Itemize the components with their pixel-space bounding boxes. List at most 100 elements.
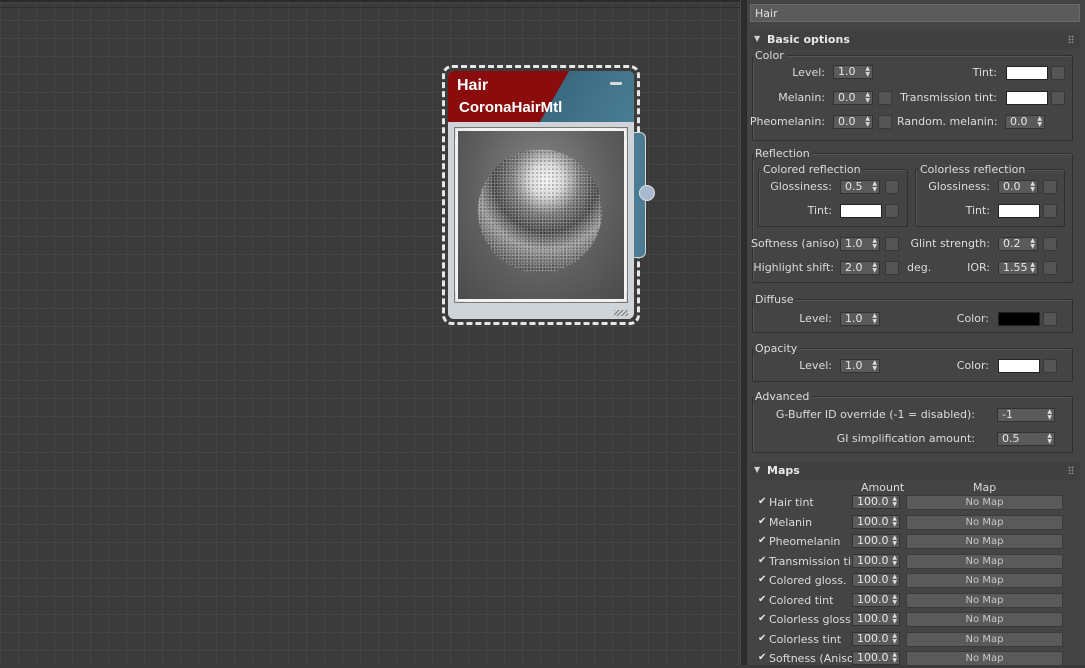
- diffuse-level-spinner[interactable]: 1.0 ▲ ▼: [840, 312, 880, 326]
- map-enable-checkbox[interactable]: ✔: [758, 535, 769, 546]
- spinner-arrows-icon[interactable]: ▲ ▼: [872, 313, 877, 325]
- softness-spinner[interactable]: 1.0 ▲ ▼: [840, 237, 880, 251]
- rollout-basic-options[interactable]: ▼ Basic options: [750, 31, 1080, 49]
- color-level-spinner[interactable]: 1.0 ▲ ▼: [833, 65, 873, 79]
- spinner-arrows-icon[interactable]: ▲ ▼: [892, 515, 897, 528]
- map-enable-checkbox[interactable]: ✔: [758, 652, 769, 663]
- ior-map-button[interactable]: [1043, 261, 1057, 275]
- spinner-arrows-icon[interactable]: ▲ ▼: [892, 574, 897, 586]
- spinner-arrows-icon[interactable]: ▲ ▼: [865, 92, 870, 104]
- spinner-arrows-icon[interactable]: ▲ ▼: [892, 652, 897, 664]
- spinner-arrows-icon[interactable]: ▲ ▼: [892, 535, 897, 547]
- spinner-arrows-icon[interactable]: ▲ ▼: [892, 554, 897, 567]
- map-slot-button[interactable]: No Map: [906, 553, 1063, 569]
- spinner-arrows-icon[interactable]: ▲ ▼: [872, 262, 877, 274]
- map-enable-checkbox[interactable]: ✔: [758, 555, 769, 566]
- opacity-level-spinner[interactable]: 1.0 ▲ ▼: [840, 359, 880, 373]
- softness-map-button[interactable]: [885, 237, 899, 251]
- map-amount-spinner[interactable]: 100.0 ▲ ▼: [852, 534, 900, 548]
- colored-glossiness-map-button[interactable]: [885, 180, 899, 194]
- gi-simplification-spinner[interactable]: 0.5 ▲ ▼: [997, 432, 1055, 446]
- transmission-tint-map-button[interactable]: [1051, 91, 1065, 105]
- pheomelanin-spinner[interactable]: 0.0 ▲ ▼: [833, 115, 873, 129]
- rollout-grip-icon[interactable]: [1068, 466, 1074, 474]
- map-slot-button[interactable]: No Map: [906, 631, 1063, 647]
- melanin-map-button[interactable]: [878, 91, 892, 105]
- map-amount-spinner[interactable]: 100.0 ▲ ▼: [852, 514, 900, 529]
- colored-tint-label: Tint:: [807, 204, 832, 217]
- opacity-color-swatch[interactable]: [998, 359, 1040, 373]
- diffuse-color-swatch[interactable]: [998, 312, 1040, 326]
- colored-tint-map-button[interactable]: [885, 204, 899, 218]
- spinner-arrows-icon[interactable]: ▲ ▼: [865, 116, 870, 128]
- spinner-arrows-icon[interactable]: ▲ ▼: [865, 66, 870, 78]
- colorless-tint-map-button[interactable]: [1043, 204, 1057, 218]
- ior-spinner[interactable]: 1.55 ▲ ▼: [998, 261, 1038, 275]
- map-enable-checkbox[interactable]: ✔: [758, 516, 769, 527]
- opacity-map-button[interactable]: [1043, 359, 1057, 373]
- tint-map-button[interactable]: [1051, 66, 1065, 80]
- node-resize-grip-icon[interactable]: [614, 310, 628, 316]
- tint-swatch[interactable]: [1006, 66, 1048, 80]
- map-slot-button[interactable]: No Map: [906, 495, 1063, 510]
- map-slot-button[interactable]: No Map: [906, 651, 1063, 666]
- spinner-arrows-icon[interactable]: ▲ ▼: [872, 360, 877, 372]
- group-label-reflection: Reflection: [753, 147, 812, 160]
- spinner-arrows-icon[interactable]: ▲ ▼: [1030, 238, 1035, 250]
- spinner-arrows-icon[interactable]: ▲ ▼: [1030, 262, 1035, 274]
- spinner-arrows-icon[interactable]: ▲ ▼: [1047, 409, 1052, 421]
- map-slot-button[interactable]: No Map: [906, 612, 1063, 627]
- spinner-value: 0.0: [1010, 115, 1028, 128]
- map-amount-spinner[interactable]: 100.0 ▲ ▼: [852, 612, 900, 626]
- colored-glossiness-spinner[interactable]: 0.5 ▲ ▼: [840, 180, 880, 194]
- glint-strength-spinner[interactable]: 0.2 ▲ ▼: [998, 237, 1038, 251]
- map-enable-checkbox[interactable]: ✔: [758, 574, 769, 585]
- map-amount-spinner[interactable]: 100.0 ▲ ▼: [852, 573, 900, 587]
- spinner-arrows-icon[interactable]: ▲ ▼: [892, 496, 897, 508]
- gbuffer-spinner[interactable]: -1 ▲ ▼: [997, 408, 1055, 422]
- spinner-arrows-icon[interactable]: ▲ ▼: [892, 613, 897, 625]
- spinner-arrows-icon[interactable]: ▲ ▼: [1030, 181, 1035, 193]
- spinner-arrows-icon[interactable]: ▲ ▼: [892, 593, 897, 606]
- spinner-arrows-icon[interactable]: ▲ ▼: [872, 238, 877, 250]
- map-slot-button[interactable]: No Map: [906, 514, 1063, 530]
- node-editor-canvas[interactable]: Hair CoronaHairMtl: [0, 0, 740, 665]
- spinner-arrows-icon[interactable]: ▲ ▼: [1047, 433, 1052, 445]
- material-node[interactable]: Hair CoronaHairMtl: [448, 71, 634, 319]
- colorless-tint-swatch[interactable]: [998, 204, 1040, 218]
- map-enable-checkbox[interactable]: ✔: [758, 496, 769, 507]
- colored-tint-swatch[interactable]: [840, 204, 882, 218]
- map-slot-button[interactable]: No Map: [906, 592, 1063, 608]
- melanin-spinner[interactable]: 0.0 ▲ ▼: [833, 91, 873, 105]
- highlight-shift-spinner[interactable]: 2.0 ▲ ▼: [840, 261, 880, 275]
- colorless-glossiness-map-button[interactable]: [1043, 180, 1057, 194]
- map-enable-checkbox[interactable]: ✔: [758, 633, 769, 644]
- map-slot-button[interactable]: No Map: [906, 573, 1063, 588]
- map-slot-button[interactable]: No Map: [906, 534, 1063, 549]
- glint-strength-map-button[interactable]: [1043, 237, 1057, 251]
- map-enable-checkbox[interactable]: ✔: [758, 594, 769, 605]
- node-collapse-icon[interactable]: [610, 82, 622, 85]
- map-amount-spinner[interactable]: 100.0 ▲ ▼: [852, 651, 900, 665]
- material-preview[interactable]: [458, 131, 624, 299]
- map-amount-spinner[interactable]: 100.0 ▲ ▼: [852, 495, 900, 509]
- map-amount-spinner[interactable]: 100.0 ▲ ▼: [852, 592, 900, 607]
- node-header[interactable]: Hair CoronaHairMtl: [448, 71, 634, 122]
- material-name-field[interactable]: Hair: [750, 4, 1080, 22]
- random-melanin-spinner[interactable]: 0.0 ▲ ▼: [1005, 115, 1045, 129]
- node-output-socket[interactable]: [639, 185, 655, 201]
- transmission-tint-swatch[interactable]: [1006, 91, 1048, 105]
- colorless-glossiness-spinner[interactable]: 0.0 ▲ ▼: [998, 180, 1038, 194]
- pheomelanin-map-button[interactable]: [878, 115, 892, 129]
- rollout-grip-icon[interactable]: [1068, 35, 1074, 43]
- spinner-arrows-icon[interactable]: ▲ ▼: [872, 181, 877, 193]
- map-amount-spinner[interactable]: 100.0 ▲ ▼: [852, 553, 900, 568]
- spinner-arrows-icon[interactable]: ▲ ▼: [1037, 116, 1042, 128]
- rollout-maps[interactable]: ▼ Maps: [750, 462, 1080, 480]
- highlight-shift-map-button[interactable]: [885, 261, 899, 275]
- map-enable-checkbox[interactable]: ✔: [758, 613, 769, 624]
- map-amount-spinner[interactable]: 100.0 ▲ ▼: [852, 631, 900, 646]
- spinner-arrows-icon[interactable]: ▲ ▼: [892, 632, 897, 645]
- sphere-noise: [478, 149, 602, 273]
- diffuse-map-button[interactable]: [1043, 312, 1057, 326]
